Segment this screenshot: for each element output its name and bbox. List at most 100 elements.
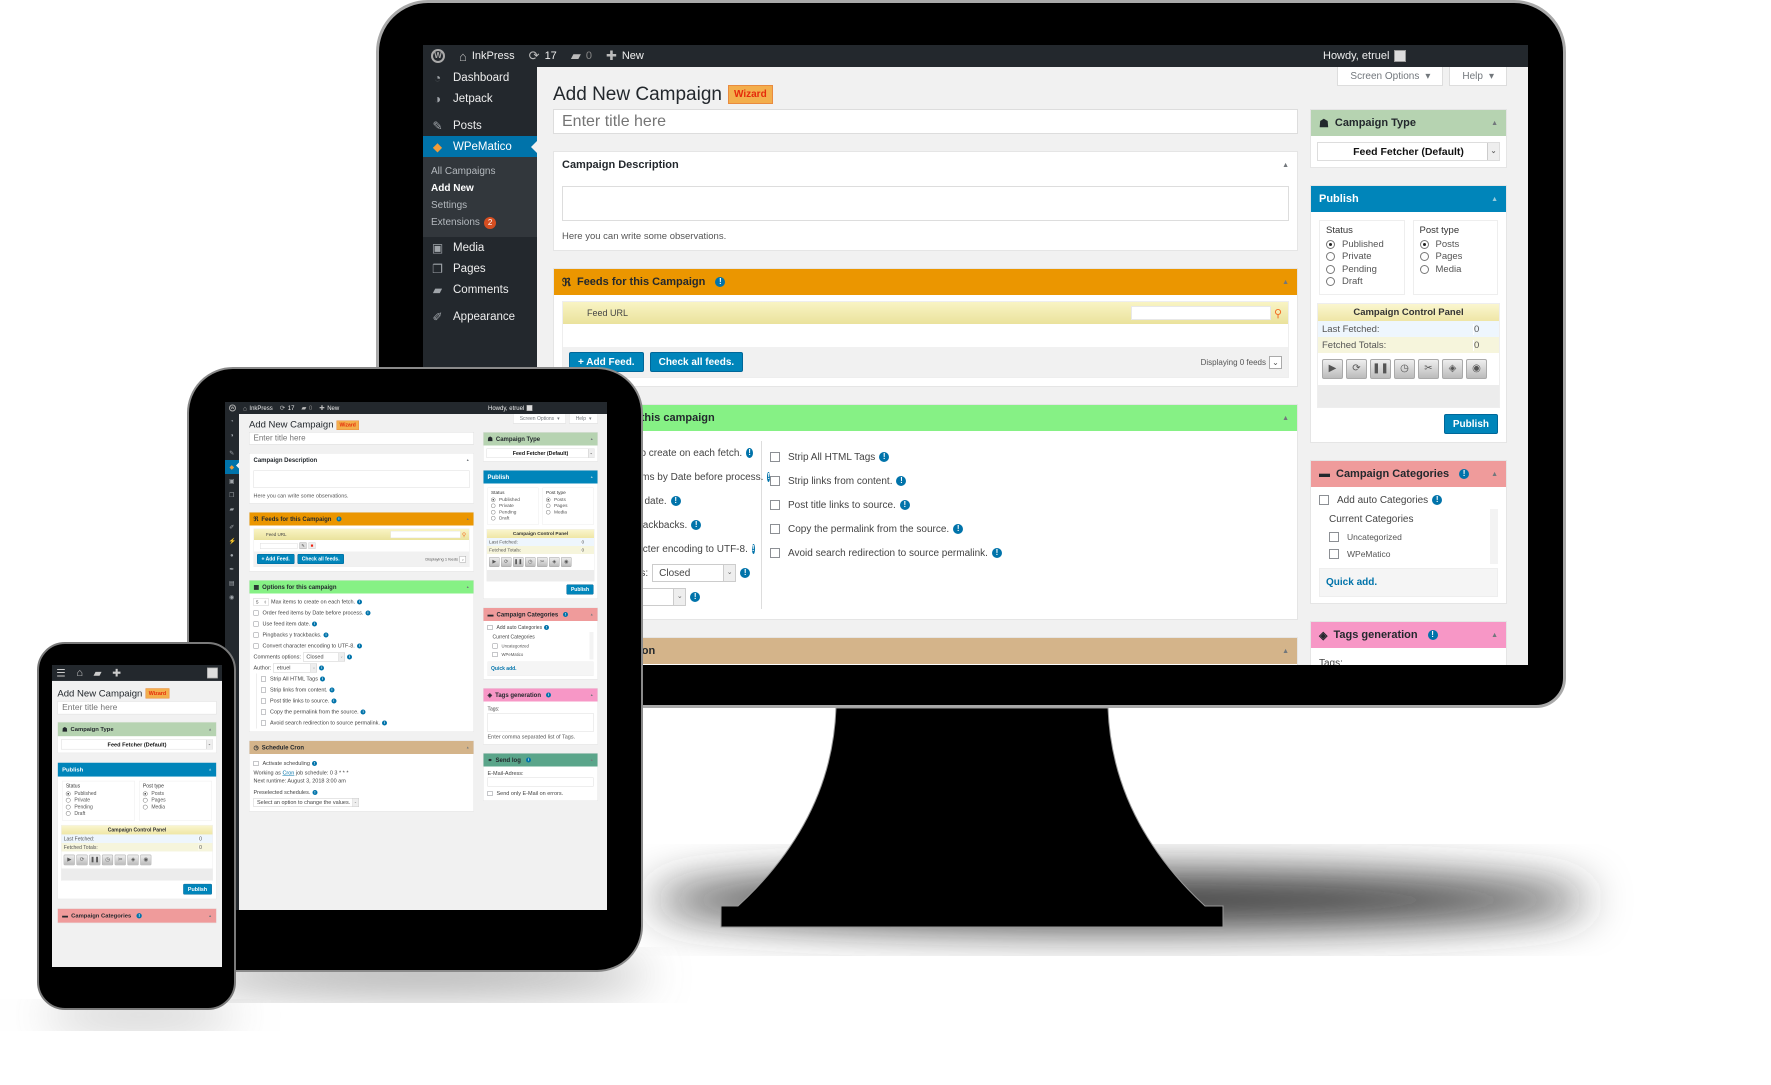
info-icon[interactable]: ! [691, 520, 702, 530]
check-all-feeds-button[interactable]: Check all feeds. [649, 352, 744, 372]
sidebar-item-comments[interactable]: ▰Comments [225, 502, 239, 516]
help-button[interactable]: Help ▾ [569, 414, 598, 424]
sidebar-item-settings[interactable]: ▤ [225, 576, 239, 590]
radio[interactable] [491, 497, 496, 502]
account-menu[interactable]: Howdy, etruel [1323, 50, 1520, 62]
collapse-arrow-icon[interactable]: ▲ [590, 758, 593, 762]
checkbox[interactable] [770, 524, 780, 534]
tag-icon[interactable]: ◈ [549, 557, 560, 567]
status-draft[interactable]: Draft [65, 810, 131, 817]
pause-icon[interactable]: ❚❚ [1370, 359, 1391, 379]
collapse-arrow-icon[interactable]: ▲ [590, 475, 593, 479]
info-icon[interactable]: ! [319, 665, 325, 671]
new-content-link[interactable]: ✚New [112, 666, 121, 679]
feed-search-input[interactable] [390, 531, 461, 538]
unlink-icon[interactable]: ✂ [537, 557, 548, 567]
add-auto-categories[interactable]: Add auto Categories! [1311, 491, 1506, 509]
option-order-by-date[interactable]: Order feed items by Date before process.… [253, 608, 466, 619]
radio[interactable] [1419, 239, 1429, 249]
collapse-arrow-icon[interactable]: ▲ [1491, 632, 1498, 639]
feeds-pagination-toggle[interactable]: ⌄ [459, 555, 466, 563]
option-use-item-date[interactable]: Use feed item date.! [253, 619, 466, 630]
eye-icon[interactable]: ◉ [1466, 359, 1487, 379]
sidebar-item-appearance[interactable]: ✐Appearance [423, 306, 537, 327]
campaign-type-select[interactable]: Feed Fetcher (Default) ⌄ [1317, 142, 1500, 161]
info-icon[interactable]: ! [751, 544, 755, 554]
collapse-arrow-icon[interactable]: ▲ [208, 768, 212, 772]
info-icon[interactable]: ! [319, 676, 325, 682]
collapse-arrow-icon[interactable]: ▲ [590, 437, 593, 441]
option-strip-links[interactable]: Strip links from content.! [261, 685, 470, 696]
category-wpematico[interactable]: WPeMatico [1329, 545, 1480, 562]
info-icon[interactable]: ! [329, 687, 335, 693]
collapse-arrow-icon[interactable]: ▲ [1282, 279, 1289, 286]
updates-link[interactable]: ⟳ 17 [529, 48, 557, 64]
info-icon[interactable]: ! [136, 913, 142, 919]
refresh-icon[interactable]: ⟳ [76, 854, 88, 866]
eye-icon[interactable]: ◉ [561, 557, 572, 567]
sidebar-item-comments[interactable]: ▰Comments [423, 279, 537, 300]
collapse-arrow-icon[interactable]: ▲ [1282, 162, 1289, 169]
post-type-pages[interactable]: Pages [142, 797, 208, 804]
category-uncategorized[interactable]: Uncategorized [492, 642, 585, 651]
screen-options-button[interactable]: Screen Options ▾ [1337, 67, 1444, 86]
checkbox[interactable] [770, 500, 780, 510]
sidebar-item-posts[interactable]: ✎Posts [225, 446, 239, 460]
email-field[interactable] [487, 777, 594, 787]
history-icon[interactable]: ◷ [1394, 359, 1415, 379]
info-icon[interactable]: ! [879, 452, 890, 462]
feed-url-input[interactable] [260, 542, 298, 549]
radio[interactable] [65, 811, 71, 817]
play-icon[interactable]: ▶ [63, 854, 75, 866]
radio[interactable] [491, 516, 496, 521]
checkbox[interactable] [253, 610, 259, 616]
radio[interactable] [1326, 239, 1335, 249]
collapse-arrow-icon[interactable]: ▲ [1491, 471, 1498, 478]
sidebar-item-users[interactable]: ● [225, 548, 239, 562]
checkbox[interactable] [253, 643, 259, 649]
radio[interactable] [142, 804, 148, 810]
status-pending[interactable]: Pending [65, 804, 131, 811]
feed-search-input[interactable] [1130, 306, 1271, 320]
option-copy-permalink[interactable]: Copy the permalink from the source.! [261, 707, 470, 718]
wizard-button[interactable]: Wizard [145, 688, 170, 699]
checkbox[interactable] [487, 625, 493, 630]
radio[interactable] [546, 509, 551, 515]
sidebar-item-pages[interactable]: ❐Pages [225, 488, 239, 502]
radio[interactable] [65, 791, 71, 797]
status-pending[interactable]: Pending [1326, 263, 1398, 276]
radio[interactable] [142, 797, 148, 803]
info-icon[interactable]: ! [746, 448, 753, 458]
checkbox[interactable] [261, 676, 266, 682]
checkbox[interactable] [1319, 495, 1329, 505]
status-private[interactable]: Private [1326, 251, 1398, 264]
status-draft[interactable]: Draft [491, 515, 535, 521]
comments-link[interactable]: ▰0 [571, 48, 592, 64]
category-wpematico[interactable]: WPeMatico [492, 650, 585, 659]
sidebar-item-jetpack[interactable]: ◑Jetpack [423, 88, 537, 109]
quick-add-link[interactable]: Quick add. [1319, 568, 1498, 597]
sidebar-item-media[interactable]: ▣Media [423, 237, 537, 258]
checkbox[interactable] [487, 791, 493, 796]
author-select[interactable]: etruel⌄ [273, 663, 318, 673]
radio[interactable] [1326, 277, 1335, 287]
check-feed-icon[interactable]: ✎ [299, 542, 307, 549]
post-type-media[interactable]: Media [1419, 263, 1492, 276]
feeds-pagination-toggle[interactable]: ⌄ [1269, 355, 1282, 369]
radio[interactable] [546, 497, 551, 502]
info-icon[interactable]: ! [357, 599, 363, 605]
option-strip-html[interactable]: Strip All HTML Tags! [770, 445, 1002, 469]
checkbox[interactable] [261, 687, 266, 693]
option-avoid-redirection[interactable]: Avoid search redirection to source perma… [261, 718, 470, 729]
option-title-links[interactable]: Post title links to source.! [770, 493, 1002, 517]
title-input[interactable] [553, 109, 1298, 134]
info-icon[interactable]: ! [312, 621, 318, 627]
sidebar-item-posts[interactable]: ✎Posts [423, 115, 537, 136]
wp-logo-button[interactable]: W [229, 404, 236, 412]
info-icon[interactable]: ! [953, 524, 964, 534]
checkbox[interactable] [253, 761, 259, 766]
post-type-media[interactable]: Media [546, 509, 590, 515]
account-menu[interactable]: Howdy, etruel [488, 405, 603, 412]
comments-select[interactable]: Closed ⌄ [302, 652, 345, 662]
info-icon[interactable]: ! [546, 692, 552, 698]
